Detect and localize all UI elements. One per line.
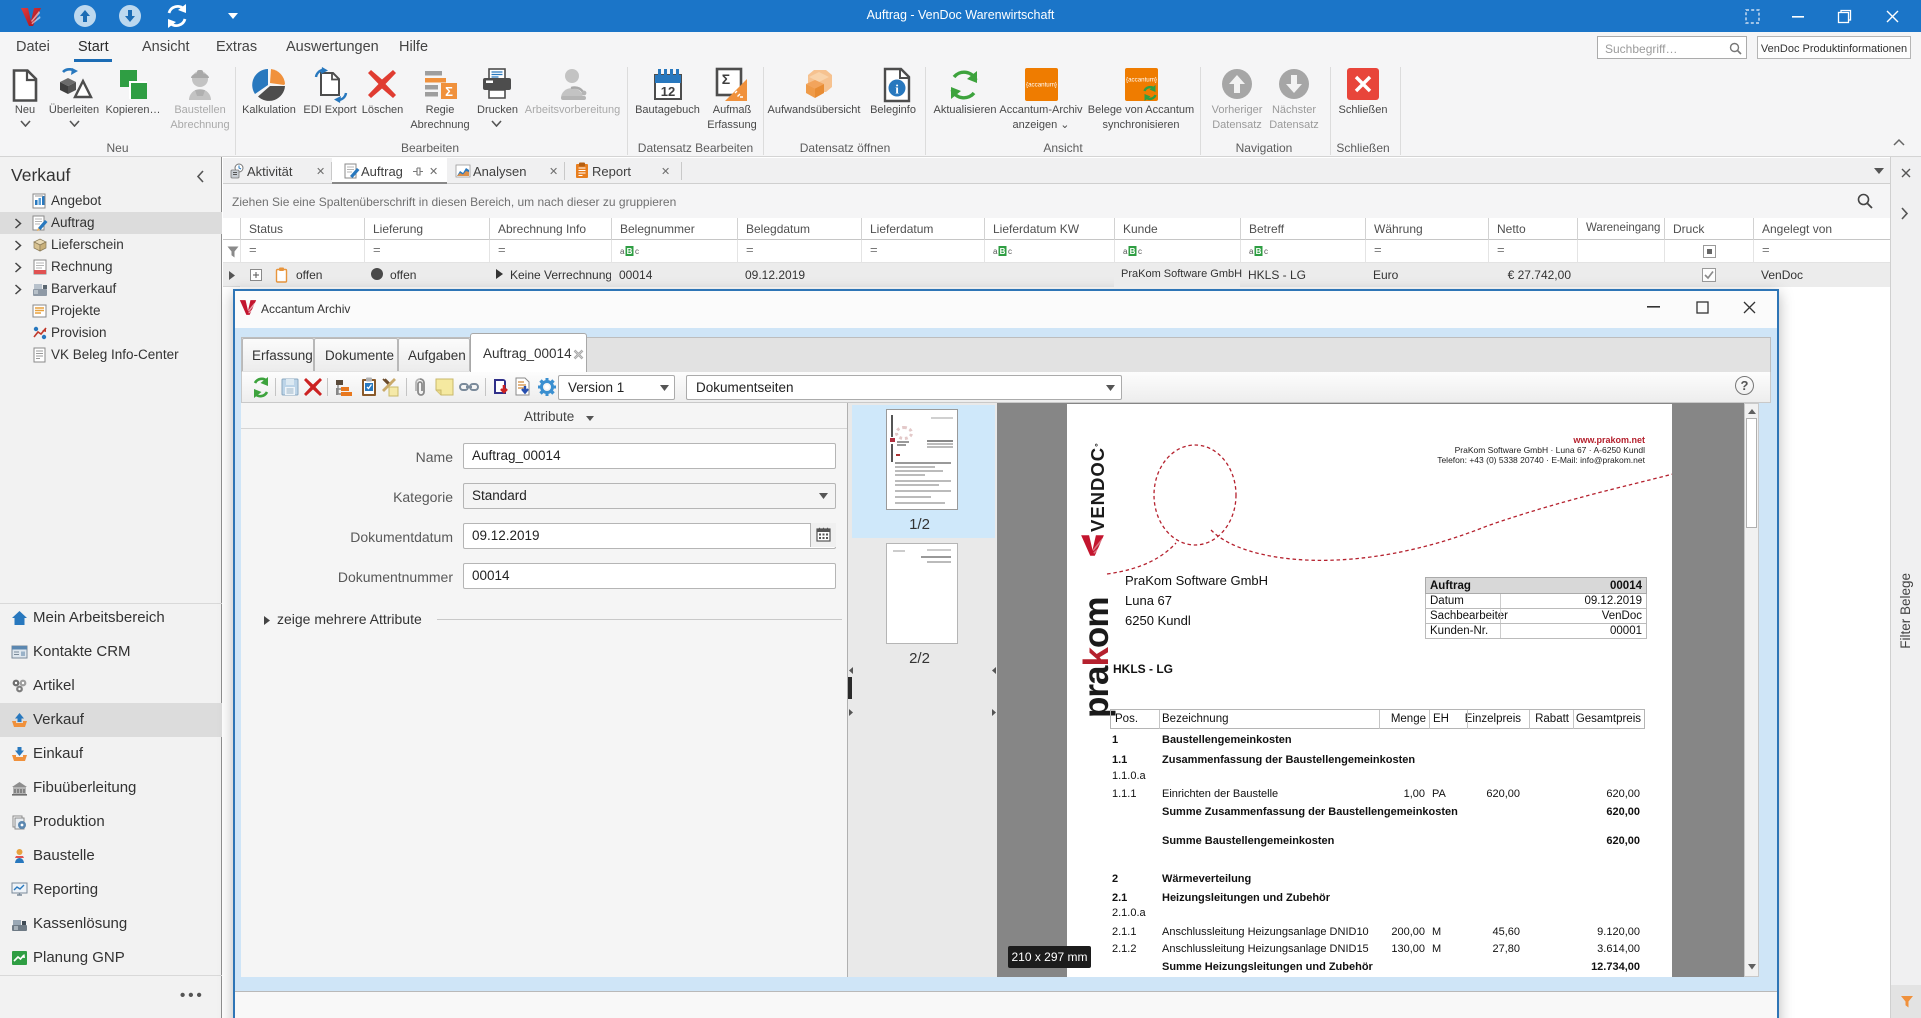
svg-text:a: a: [1249, 247, 1254, 256]
svg-text:B: B: [1130, 247, 1136, 256]
svg-text:i: i: [895, 82, 899, 97]
svg-text:c: c: [1264, 247, 1268, 256]
svg-text:B: B: [1000, 247, 1006, 256]
svg-text:a: a: [620, 247, 625, 256]
svg-text:B: B: [1256, 247, 1262, 256]
svg-text:a: a: [1123, 247, 1128, 256]
svg-text:Σ: Σ: [722, 71, 730, 87]
svg-text:B: B: [627, 247, 633, 256]
svg-text:a: a: [993, 247, 998, 256]
svg-text:{accantum}: {accantum}: [1026, 82, 1057, 89]
svg-text:c: c: [1008, 247, 1012, 256]
svg-text:Σ: Σ: [445, 84, 453, 99]
svg-text:12: 12: [661, 84, 675, 99]
svg-text:c: c: [635, 247, 639, 256]
svg-text:{accantum}: {accantum}: [1126, 77, 1157, 84]
svg-text:c: c: [1138, 247, 1142, 256]
